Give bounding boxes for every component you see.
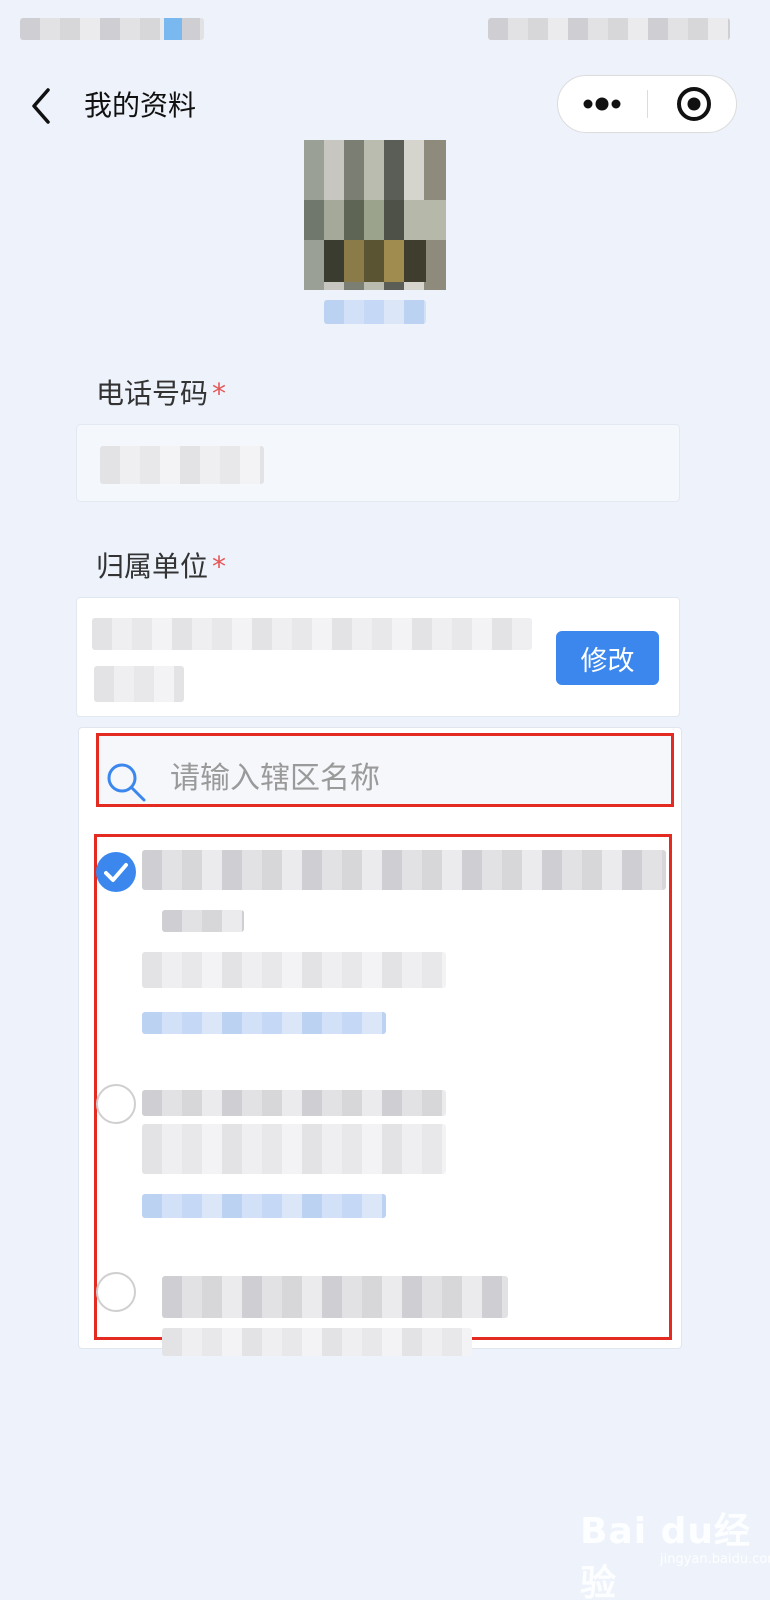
more-button[interactable]	[558, 76, 647, 132]
empty-circle-icon	[96, 1272, 136, 1312]
check-circle-icon	[96, 852, 136, 892]
list-item[interactable]	[96, 1080, 668, 1240]
item-title	[142, 1090, 446, 1116]
unit-value-line-1	[92, 618, 532, 650]
list-item[interactable]	[96, 1270, 668, 1356]
item-title	[142, 850, 666, 890]
unit-value-line-2	[94, 666, 184, 702]
item-meta	[142, 1012, 386, 1034]
unit-label: 归属单位 *	[96, 549, 226, 585]
phone-value	[100, 446, 264, 484]
avatar-caption	[324, 300, 426, 324]
mini-program-capsule	[557, 75, 737, 133]
required-mark: *	[212, 550, 227, 583]
more-dots-icon	[583, 97, 621, 111]
search-input[interactable]	[170, 750, 660, 806]
status-bar-accent	[164, 18, 182, 40]
status-bar-right	[488, 18, 730, 40]
phone-label-text: 电话号码	[96, 377, 209, 410]
item-subtitle	[162, 1328, 472, 1356]
unit-label-text: 归属单位	[96, 550, 209, 583]
avatar-detail-lower	[324, 240, 426, 282]
target-close-icon	[677, 87, 711, 121]
chevron-left-icon	[32, 88, 50, 124]
watermark-brand: Bai du经验	[580, 1511, 752, 1600]
item-subtitle	[142, 952, 446, 988]
search-icon	[107, 763, 146, 802]
back-button[interactable]	[26, 86, 60, 126]
item-subtitle	[142, 1124, 446, 1174]
watermark-url: jingyan.baidu.com	[660, 1552, 770, 1567]
page-title: 我的资料	[84, 89, 197, 122]
close-button[interactable]	[648, 76, 737, 132]
item-title-cont	[162, 910, 244, 932]
item-title	[162, 1276, 508, 1318]
empty-circle-icon	[96, 1084, 136, 1124]
required-mark: *	[212, 377, 227, 410]
item-meta	[142, 1194, 386, 1218]
avatar-detail	[304, 200, 446, 240]
list-item[interactable]	[96, 842, 668, 1042]
phone-label: 电话号码 *	[96, 376, 226, 412]
edit-unit-button[interactable]: 修改	[556, 631, 659, 685]
